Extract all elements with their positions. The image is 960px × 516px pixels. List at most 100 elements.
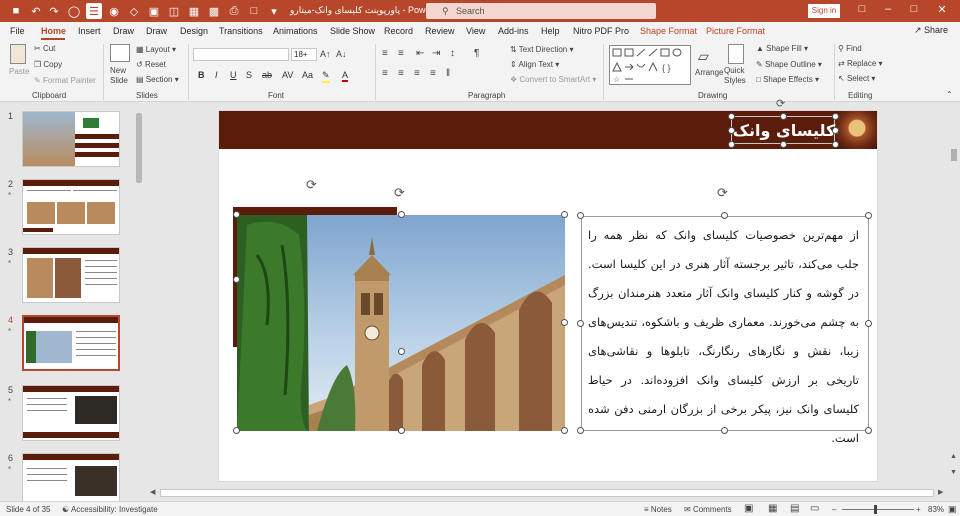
rtl-icon[interactable]: ¶ bbox=[474, 48, 479, 59]
slide-vertical-scrollbar[interactable]: ▲ ▼ bbox=[948, 103, 960, 486]
tab-draw[interactable]: Draw bbox=[113, 26, 134, 36]
redo-icon[interactable]: ↷ bbox=[46, 3, 62, 19]
resize-handle[interactable] bbox=[721, 427, 728, 434]
resize-handle[interactable] bbox=[728, 141, 735, 148]
scroll-left-icon[interactable]: ◀ bbox=[150, 488, 155, 496]
tab-transitions[interactable]: Transitions bbox=[219, 26, 263, 36]
scroll-right-icon[interactable]: ▶ bbox=[938, 488, 943, 496]
tab-file[interactable]: File bbox=[10, 26, 25, 36]
chart-icon[interactable]: ▩ bbox=[206, 3, 222, 19]
copy-button[interactable]: ❐ Copy bbox=[34, 60, 62, 69]
minimize-icon[interactable]: – bbox=[878, 3, 898, 15]
resize-handle[interactable] bbox=[780, 141, 787, 148]
resize-handle[interactable] bbox=[577, 212, 584, 219]
tab-view[interactable]: View bbox=[466, 26, 485, 36]
bold-icon[interactable]: B bbox=[198, 70, 205, 80]
tab-help[interactable]: Help bbox=[541, 26, 560, 36]
resize-handle[interactable] bbox=[577, 427, 584, 434]
resize-handle[interactable] bbox=[780, 113, 787, 120]
scrollbar-thumb[interactable] bbox=[136, 113, 142, 183]
resize-handle[interactable] bbox=[728, 113, 735, 120]
align-left-icon[interactable]: ≡ bbox=[382, 68, 388, 79]
slide-canvas[interactable]: کلیسای وانک bbox=[218, 110, 878, 482]
italic-icon[interactable]: I bbox=[215, 70, 218, 80]
grow-font-icon[interactable]: A↑ bbox=[320, 49, 331, 59]
underline-icon[interactable]: U bbox=[230, 70, 237, 80]
shapes-gallery[interactable]: { } ☆ bbox=[609, 45, 691, 85]
resize-handle[interactable] bbox=[398, 348, 405, 355]
numbering-icon[interactable]: ≡ bbox=[398, 48, 404, 59]
notes-button[interactable]: ≡ Notes bbox=[644, 505, 672, 514]
tab-shape-format[interactable]: Shape Format bbox=[640, 26, 697, 36]
image-icon[interactable]: ◫ bbox=[166, 3, 182, 19]
shape-effects-button[interactable]: □ Shape Effects ▾ bbox=[756, 75, 819, 84]
resize-handle[interactable] bbox=[865, 427, 872, 434]
fit-to-window-icon[interactable]: ▣ bbox=[948, 504, 957, 515]
shape-fill-button[interactable]: ▲ Shape Fill ▾ bbox=[756, 44, 808, 53]
zoom-out-icon[interactable]: – bbox=[832, 505, 836, 514]
select-button[interactable]: ↖ Select ▾ bbox=[838, 74, 875, 83]
ribbon-display-icon[interactable]: □ bbox=[852, 3, 872, 15]
tab-home[interactable]: Home bbox=[41, 26, 66, 36]
tab-add-ins[interactable]: Add-ins bbox=[498, 26, 529, 36]
resize-handle[interactable] bbox=[832, 141, 839, 148]
previous-slide-icon[interactable]: ▲ bbox=[950, 453, 957, 460]
new-slide-button[interactable]: New Slide bbox=[110, 66, 128, 86]
resize-handle[interactable] bbox=[721, 212, 728, 219]
church-photo[interactable] bbox=[237, 215, 565, 431]
shrink-font-icon[interactable]: A↓ bbox=[336, 49, 347, 59]
slide-thumbnail-1[interactable] bbox=[22, 111, 120, 167]
body-text[interactable]: از مهم‌ترین خصوصیات کلیسای وانک که نظر ه… bbox=[580, 215, 869, 453]
slide-show-icon[interactable]: ▭ bbox=[810, 503, 819, 514]
title-textbox[interactable]: کلیسای وانک bbox=[731, 116, 835, 144]
align-text-button[interactable]: ⇕ Align Text ▾ bbox=[510, 60, 559, 69]
shape-icon[interactable]: ◇ bbox=[126, 3, 142, 19]
line-spacing-icon[interactable]: ↕ bbox=[450, 48, 455, 59]
format-painter-button[interactable]: ✎ Format Painter bbox=[34, 76, 96, 85]
tab-draw-2[interactable]: Draw bbox=[146, 26, 167, 36]
tab-review[interactable]: Review bbox=[425, 26, 455, 36]
tab-picture-format[interactable]: Picture Format bbox=[706, 26, 765, 36]
font-color-icon[interactable]: A bbox=[342, 70, 349, 82]
cut-button[interactable]: ✂ Cut bbox=[34, 44, 55, 53]
print-icon[interactable]: ⎙ bbox=[226, 3, 242, 19]
convert-smartart-button[interactable]: ❖ Convert to SmartArt ▾ bbox=[510, 75, 596, 84]
presenter-icon[interactable]: ◉ bbox=[106, 3, 122, 19]
rotate-handle-icon[interactable]: ⟳ bbox=[776, 97, 785, 110]
increase-indent-icon[interactable]: ⇥ bbox=[432, 48, 440, 59]
shape-outline-button[interactable]: ✎ Shape Outline ▾ bbox=[756, 60, 822, 69]
scrollbar-thumb[interactable] bbox=[951, 149, 957, 161]
resize-handle[interactable] bbox=[561, 319, 568, 326]
zoom-in-icon[interactable]: + bbox=[916, 505, 921, 514]
horizontal-scrollbar[interactable]: ◀ ▶ bbox=[146, 486, 948, 500]
thumbnail-scrollbar[interactable] bbox=[134, 103, 144, 501]
tab-insert[interactable]: Insert bbox=[78, 26, 101, 36]
change-case-icon[interactable]: Aa bbox=[302, 70, 313, 80]
decrease-indent-icon[interactable]: ⇤ bbox=[416, 48, 424, 59]
scrollbar-track[interactable] bbox=[160, 489, 934, 497]
undo-icon[interactable]: ↶ bbox=[28, 3, 44, 19]
tab-animations[interactable]: Animations bbox=[273, 26, 318, 36]
zoom-slider-knob[interactable] bbox=[874, 505, 877, 514]
align-center-icon[interactable]: ≡ bbox=[398, 68, 404, 79]
resize-handle[interactable] bbox=[561, 427, 568, 434]
autosave-icon[interactable]: ■ bbox=[8, 3, 24, 19]
paste-label[interactable]: Paste bbox=[9, 67, 29, 76]
font-size-combo[interactable]: 18+ bbox=[291, 48, 317, 61]
font-name-combo[interactable] bbox=[193, 48, 289, 61]
section-button[interactable]: ▤ Section ▾ bbox=[136, 75, 179, 84]
slide-thumbnail-6[interactable] bbox=[22, 453, 120, 501]
align-right-icon[interactable]: ≡ bbox=[414, 68, 420, 79]
slide-sorter-icon[interactable]: ▦ bbox=[768, 503, 777, 514]
highlight-icon[interactable]: ✎ bbox=[322, 70, 330, 83]
resize-handle[interactable] bbox=[233, 427, 240, 434]
search-box[interactable]: ⚲ Search bbox=[426, 3, 656, 19]
strikethrough-icon[interactable]: ab bbox=[262, 70, 272, 80]
collapse-ribbon-icon[interactable]: ⌃ bbox=[946, 90, 953, 99]
reset-button[interactable]: ↺ Reset bbox=[136, 60, 166, 69]
find-button[interactable]: ⚲ Find bbox=[838, 44, 862, 53]
slide-thumbnail-2[interactable] bbox=[22, 179, 120, 235]
resize-handle[interactable] bbox=[233, 211, 240, 218]
slide-thumbnail-5[interactable] bbox=[22, 385, 120, 441]
shadow-icon[interactable]: S bbox=[246, 70, 252, 80]
